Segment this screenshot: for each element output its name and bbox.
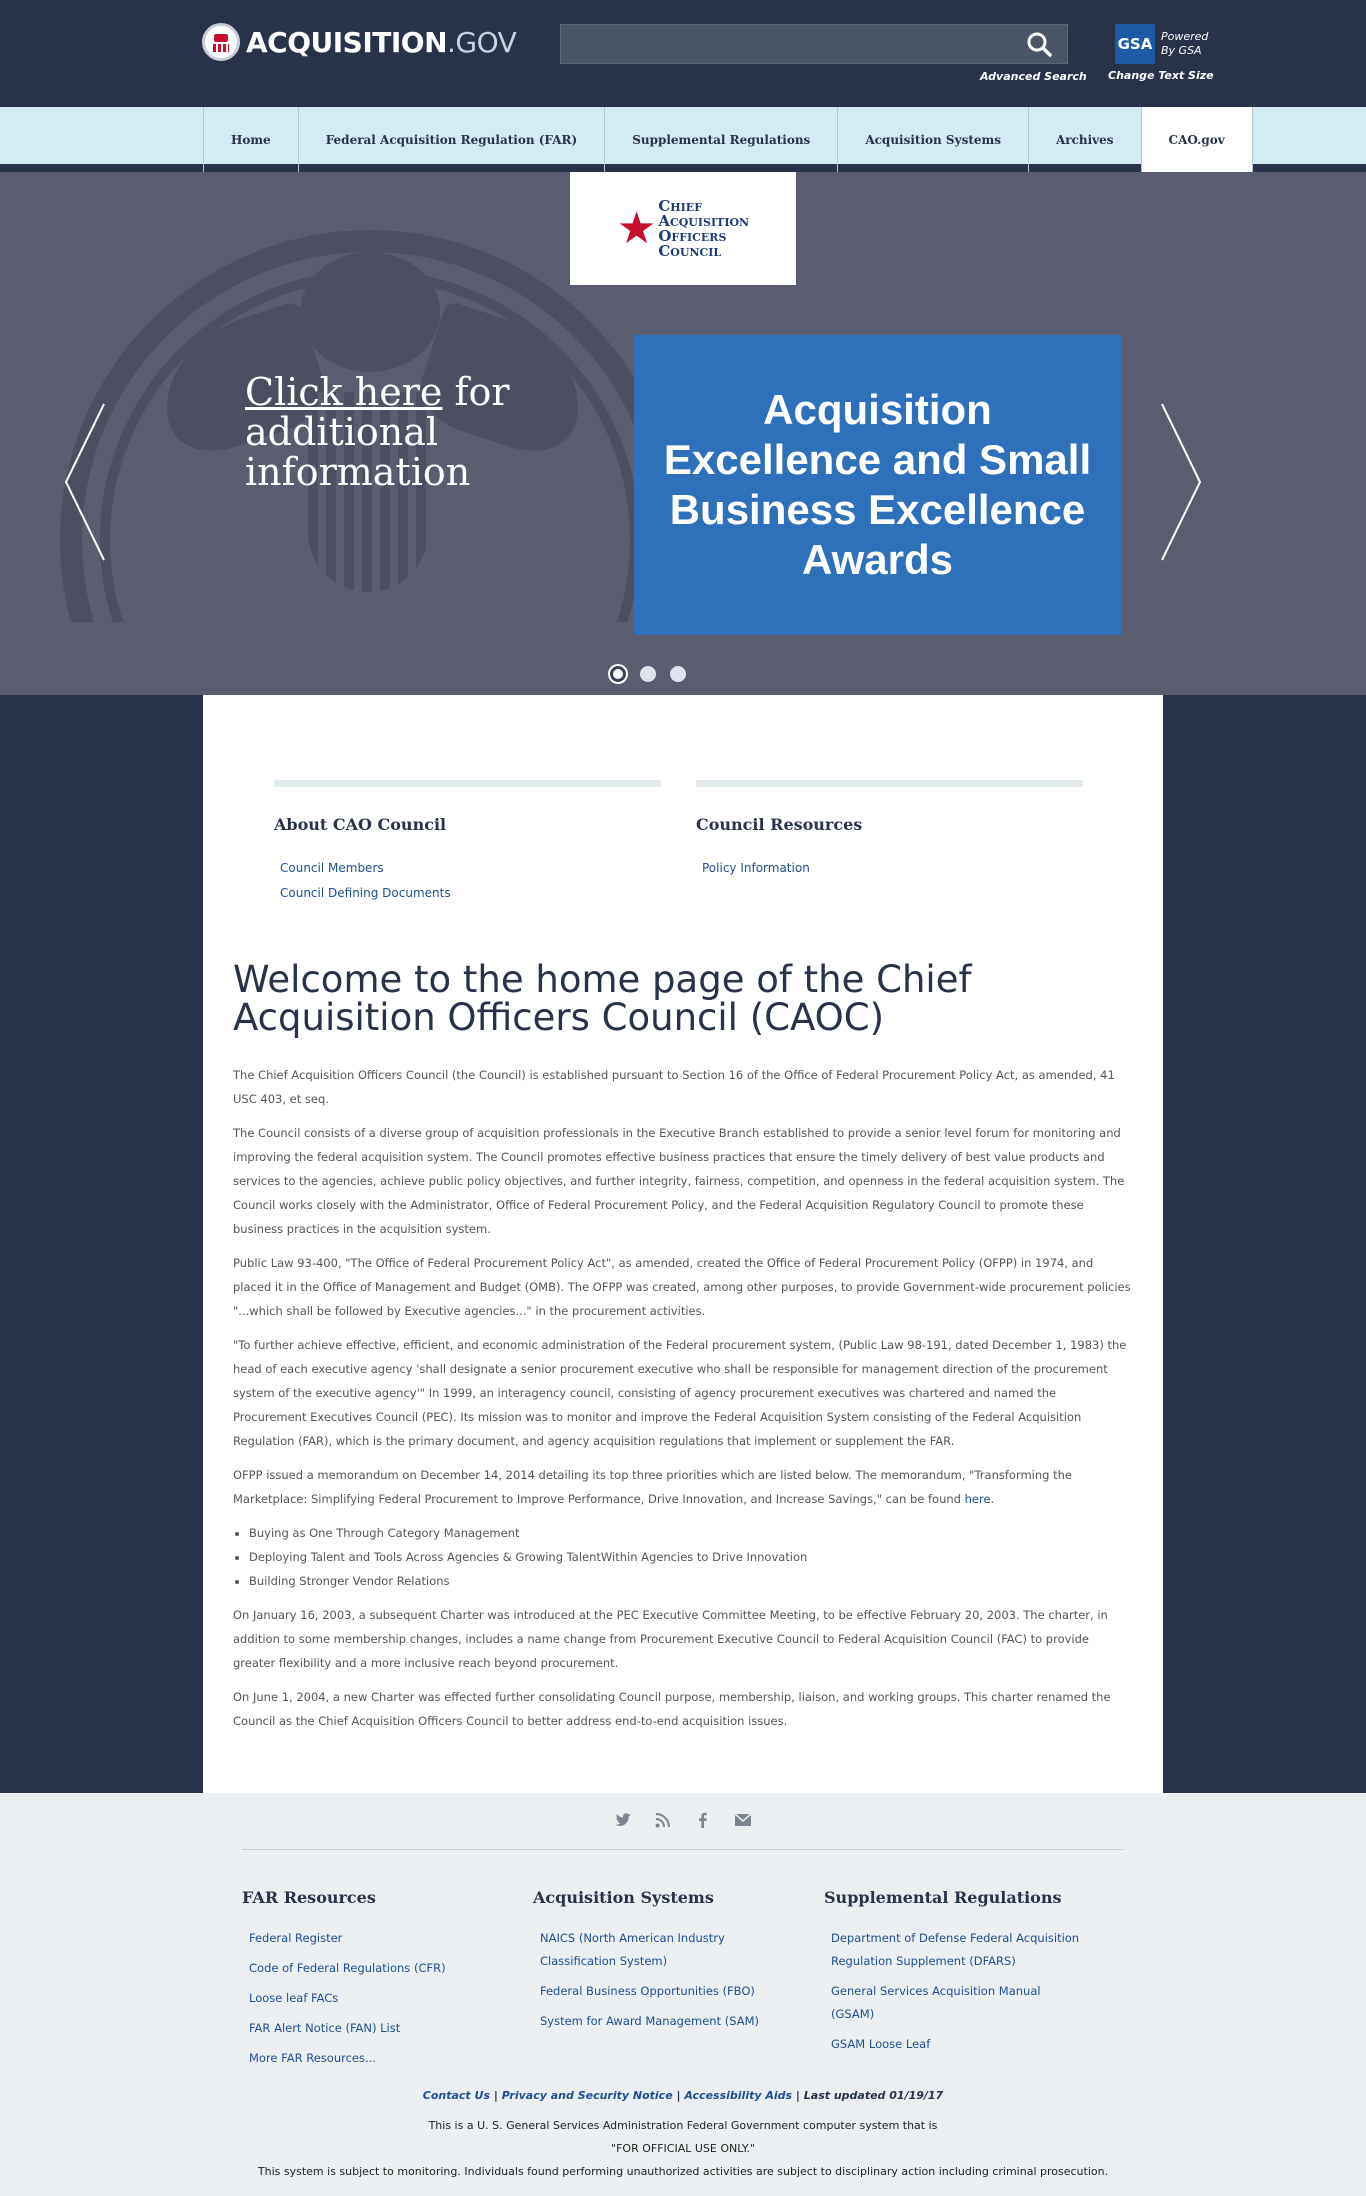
social-links: [0, 1811, 1366, 1841]
council-resources-heading: Council Resources: [696, 815, 863, 834]
carousel-dot-2[interactable]: [640, 666, 656, 682]
paragraph: On January 16, 2003, a subsequent Charte…: [233, 1608, 1108, 1670]
far-resources: FAR Resources Federal Register Code of F…: [242, 1888, 533, 2077]
supplemental-regulations-heading: Supplemental Regulations: [824, 1888, 1062, 1907]
nav-item-supplemental-regulations[interactable]: Supplemental Regulations: [604, 107, 837, 172]
hero-carousel: ★ Chief Acquisition Officers Council Cli…: [0, 172, 1366, 695]
acquisition-systems: Acquisition Systems NAICS (North America…: [533, 1888, 824, 2077]
nav-item-archives[interactable]: Archives: [1027, 107, 1141, 172]
footer-divider: [242, 1849, 1124, 1850]
memorandum-text: OFPP issued a memorandum on December 14,…: [233, 1468, 1072, 1506]
rss-icon[interactable]: [654, 1811, 672, 1829]
far-resources-heading: FAR Resources: [242, 1888, 376, 1907]
about-cao-council-heading: About CAO Council: [274, 815, 447, 834]
nav-item-far[interactable]: Federal Acquisition Regulation (FAR): [297, 107, 605, 172]
hero-additional-info: Click here for additional information: [245, 372, 575, 492]
council-defining-documents-link[interactable]: Council Defining Documents: [280, 881, 661, 906]
supplemental-regulations: Supplemental Regulations Department of D…: [824, 1888, 1115, 2077]
footer-columns: FAR Resources Federal Register Code of F…: [242, 1888, 1366, 2077]
carousel-next-arrow-icon[interactable]: [1156, 402, 1204, 562]
nav-item-home[interactable]: Home: [203, 107, 298, 172]
list-item: Building Stronger Vendor Relations: [249, 1569, 1133, 1593]
notice-line-1: This is a U. S. General Services Adminis…: [428, 2119, 938, 2132]
resource-links: About CAO Council Council Members Counci…: [233, 780, 1133, 906]
last-updated: Last updated 01/19/17: [803, 2089, 944, 2102]
powered-line-2: By GSA: [1161, 44, 1202, 57]
cao-council-logo: ★ Chief Acquisition Officers Council: [570, 172, 796, 285]
powered-line-1: Powered: [1161, 30, 1209, 43]
hero-click-here-link[interactable]: Click here: [245, 370, 442, 414]
security-notice: This is a U. S. General Services Adminis…: [0, 2114, 1366, 2183]
gsa-logo[interactable]: GSA: [1115, 24, 1155, 64]
priorities-list: Buying as One Through Category Managemen…: [249, 1521, 1133, 1593]
facebook-icon[interactable]: [694, 1811, 712, 1829]
carousel-dot-3[interactable]: [670, 666, 686, 682]
list-item: Buying as One Through Category Managemen…: [249, 1521, 1133, 1545]
council-members-link[interactable]: Council Members: [280, 856, 661, 881]
sam-link[interactable]: System for Award Management (SAM): [540, 2010, 790, 2033]
email-icon[interactable]: [734, 1811, 752, 1829]
paragraph: "To further achieve effective, efficient…: [233, 1338, 1127, 1448]
memorandum-here-link[interactable]: here.: [965, 1492, 995, 1506]
search-input[interactable]: [560, 24, 1068, 64]
nav-item-cao-gov[interactable]: CAO.gov: [1140, 107, 1253, 175]
logo-main-text: ACQUISITION: [246, 25, 448, 59]
about-cao-council: About CAO Council Council Members Counci…: [274, 780, 661, 906]
acquisition-systems-heading: Acquisition Systems: [533, 1888, 714, 1907]
notice-line-3: This system is subject to monitoring. In…: [257, 2165, 1109, 2178]
advanced-search-link[interactable]: Advanced Search: [980, 70, 1087, 83]
gsam-link[interactable]: General Services Acquisition Manual (GSA…: [831, 1980, 1081, 2026]
seal-icon: [202, 23, 240, 61]
page-title: Welcome to the home page of the Chief Ac…: [233, 958, 972, 1039]
site-footer: FAR Resources Federal Register Code of F…: [0, 1793, 1366, 2196]
carousel-prev-arrow-icon[interactable]: [62, 402, 110, 562]
fan-list-link[interactable]: FAR Alert Notice (FAN) List: [249, 2017, 499, 2040]
notice-line-2: "FOR OFFICIAL USE ONLY.": [611, 2142, 755, 2155]
council-resources: Council Resources Policy Information: [696, 780, 1083, 906]
logo-suffix-text: .GOV: [447, 25, 517, 59]
fbo-link[interactable]: Federal Business Opportunities (FBO): [540, 1980, 790, 2003]
paragraph: On June 1, 2004, a new Charter was effec…: [233, 1690, 1111, 1728]
paragraph: The Council consists of a diverse group …: [233, 1126, 1125, 1236]
carousel-dot-1[interactable]: [610, 666, 626, 682]
acquisition-gov-logo[interactable]: ACQUISITION.GOV: [202, 22, 517, 62]
twitter-icon[interactable]: [614, 1811, 632, 1829]
contact-us-link[interactable]: Contact Us: [423, 2089, 490, 2102]
paragraph-memorandum: OFPP issued a memorandum on December 14,…: [233, 1463, 1133, 1511]
awards-banner-text: Acquisition Excellence and Small Busines…: [663, 386, 1092, 583]
more-far-resources-link[interactable]: More FAR Resources...: [249, 2047, 499, 2070]
dfars-link[interactable]: Department of Defense Federal Acquisitio…: [831, 1927, 1081, 1973]
list-item: Deploying Talent and Tools Across Agenci…: [249, 1545, 1133, 1569]
main-nav: Home Federal Acquisition Regulation (FAR…: [0, 107, 1366, 175]
privacy-notice-link[interactable]: Privacy and Security Notice: [502, 2089, 673, 2102]
main-content: About CAO Council Council Members Counci…: [203, 695, 1163, 1793]
loose-leaf-facs-link[interactable]: Loose leaf FACs: [249, 1987, 499, 2010]
change-text-size-link[interactable]: Change Text Size: [1108, 69, 1214, 82]
powered-by-gsa: Powered By GSA: [1161, 30, 1208, 58]
paragraph: The Chief Acquisition Officers Council (…: [233, 1068, 1115, 1106]
site-header: ACQUISITION.GOV Advanced Search GSA Powe…: [0, 0, 1366, 107]
naics-link[interactable]: NAICS (North American Industry Classific…: [540, 1927, 790, 1973]
paragraph: Public Law 93-400, "The Office of Federa…: [233, 1256, 1131, 1318]
cfr-link[interactable]: Code of Federal Regulations (CFR): [249, 1957, 499, 1980]
hero-seal-crest: [300, 252, 440, 372]
awards-banner[interactable]: Acquisition Excellence and Small Busines…: [634, 335, 1121, 635]
nav-item-acquisition-systems[interactable]: Acquisition Systems: [837, 107, 1028, 172]
federal-register-link[interactable]: Federal Register: [249, 1927, 499, 1950]
policy-information-link[interactable]: Policy Information: [702, 856, 1083, 881]
cao-logo-line-4: Council: [658, 241, 722, 260]
footer-utility-links: Contact Us | Privacy and Security Notice…: [422, 2089, 944, 2102]
carousel-dots: [610, 666, 686, 682]
gsam-loose-leaf-link[interactable]: GSAM Loose Leaf: [831, 2033, 1081, 2056]
star-icon: ★: [616, 202, 657, 254]
search-icon[interactable]: [1025, 31, 1053, 59]
accessibility-aids-link[interactable]: Accessibility Aids: [684, 2089, 792, 2102]
